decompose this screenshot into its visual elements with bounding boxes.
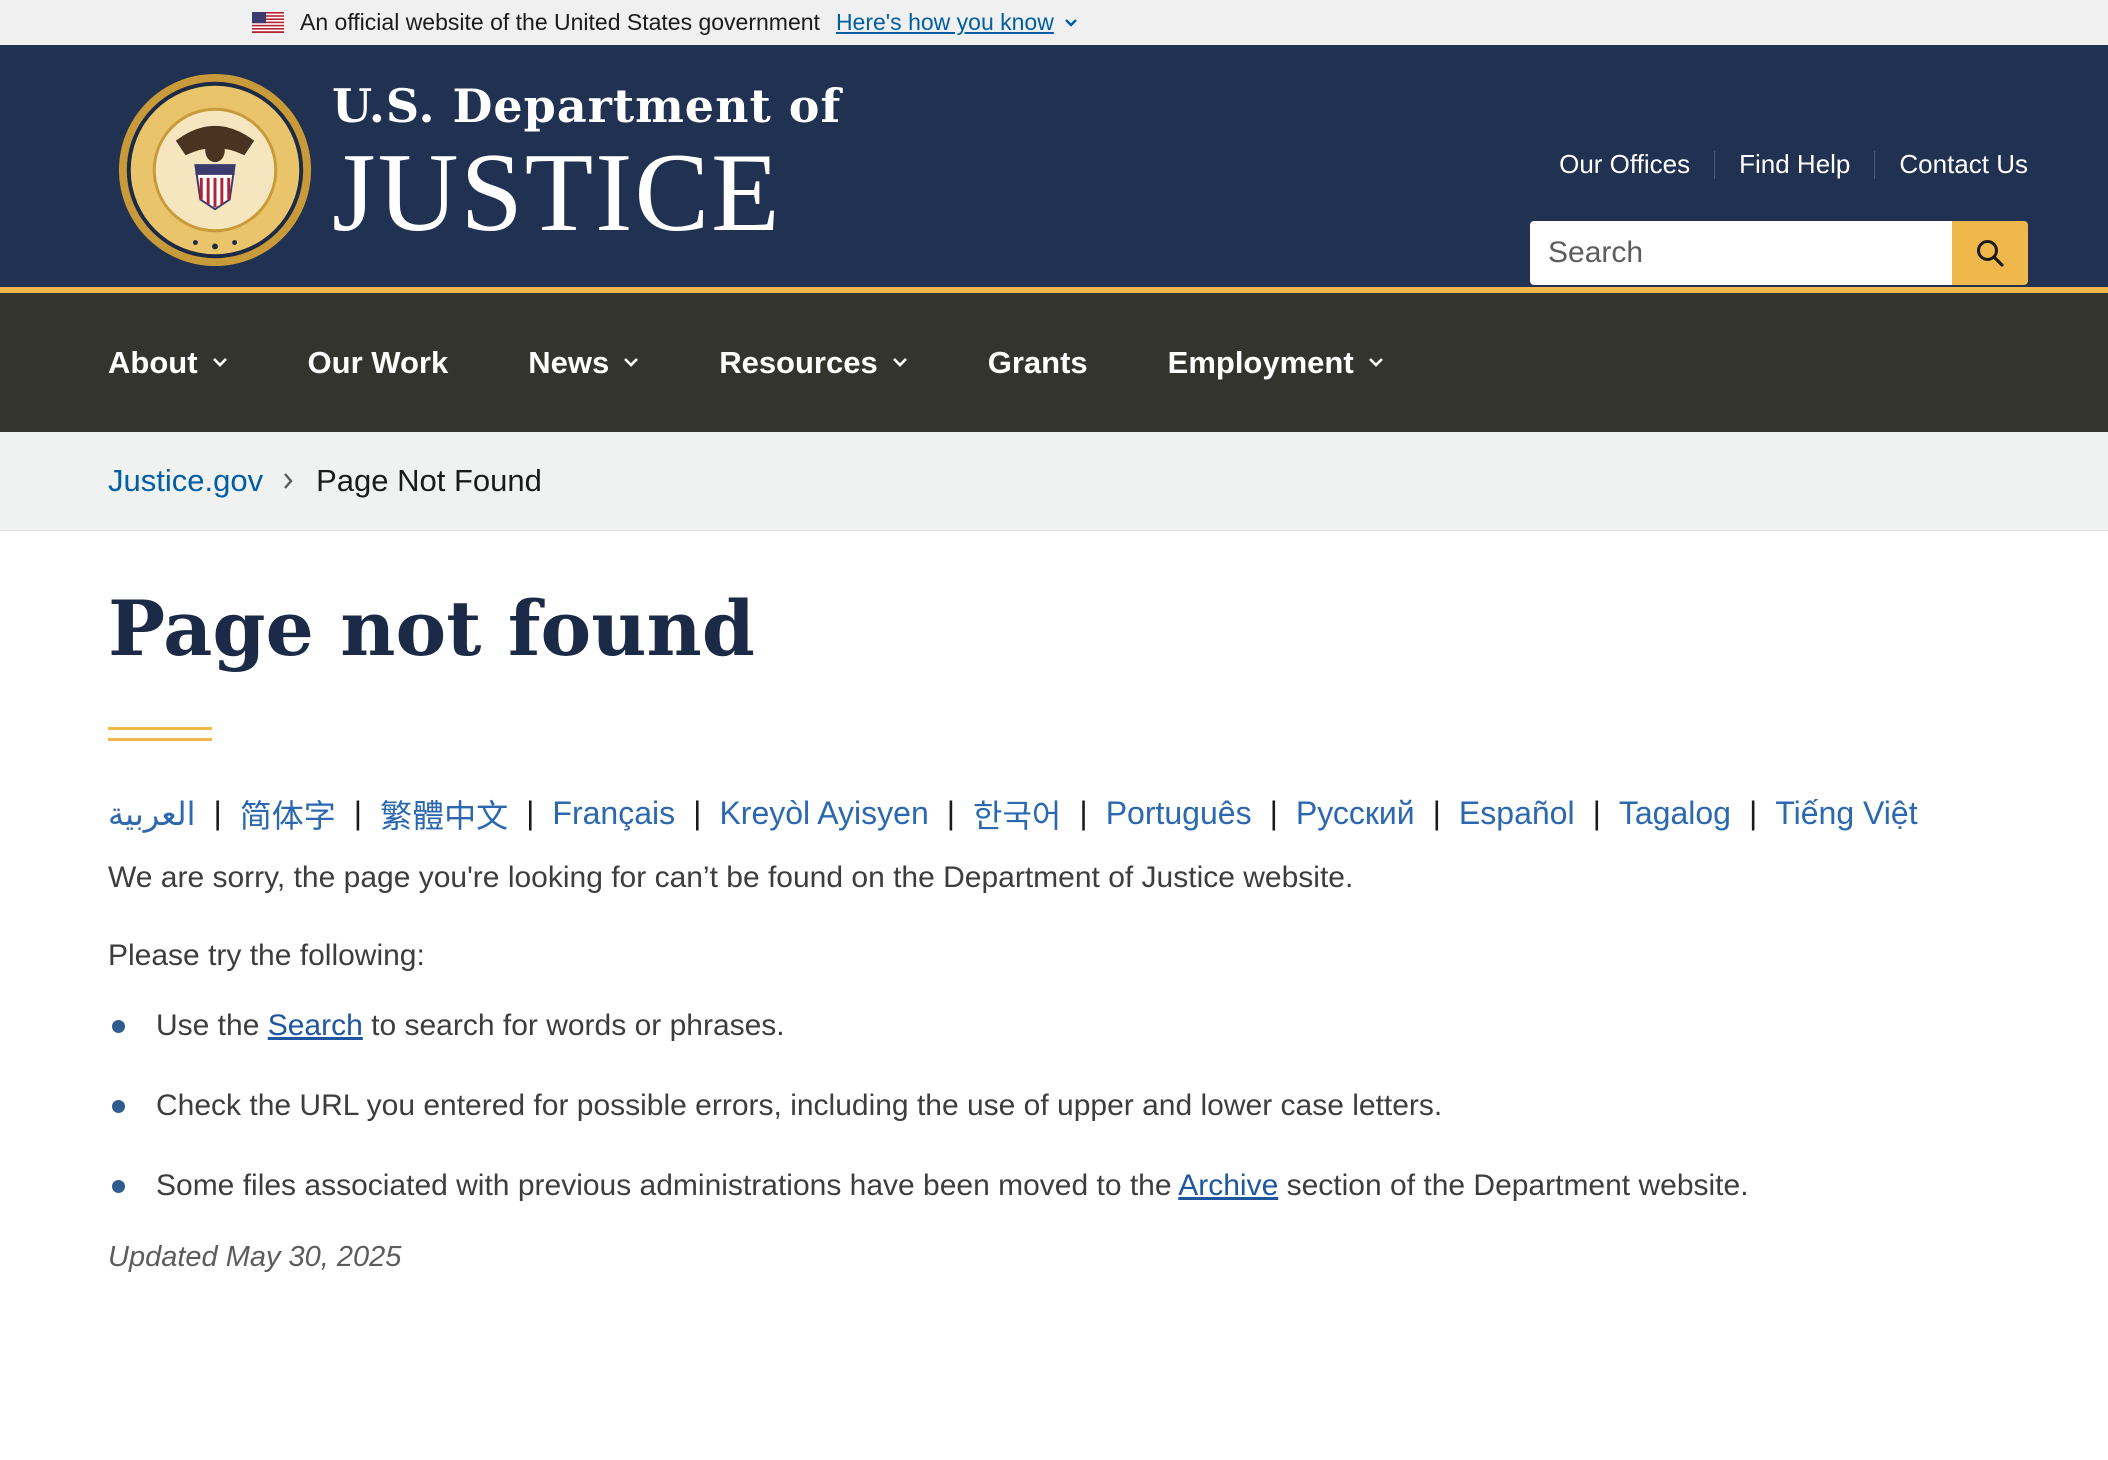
us-flag-icon xyxy=(252,12,284,33)
lang-separator: | xyxy=(213,795,222,832)
list-item: Use the Search to search for words or ph… xyxy=(108,1005,2108,1047)
nav-item-resources[interactable]: Resources xyxy=(719,345,908,381)
heres-how-you-know-label: Here's how you know xyxy=(835,9,1054,35)
bullet-icon xyxy=(112,1099,125,1113)
search-button[interactable] xyxy=(1952,221,2028,285)
tip3-post: section of the Department website. xyxy=(1278,1168,1749,1202)
tip2-text: Check the URL you entered for possible e… xyxy=(156,1088,1443,1122)
lang-link-portuguese[interactable]: Português xyxy=(1106,795,1252,832)
lang-link-spanish[interactable]: Español xyxy=(1459,795,1575,832)
nav-item-label: Grants xyxy=(987,344,1088,380)
lang-link-traditional-chinese[interactable]: 繁體中文 xyxy=(380,791,508,837)
chevron-down-icon xyxy=(892,358,907,367)
language-links: العربية | 简体字 | 繁體中文 | Français | Kreyòl… xyxy=(108,791,2108,837)
tip3-pre: Some files associated with previous admi… xyxy=(156,1168,1179,1202)
nav-item-our-work[interactable]: Our Work xyxy=(308,345,449,381)
nav-item-label: Employment xyxy=(1167,344,1354,380)
heres-how-you-know-link[interactable]: Here's how you know xyxy=(836,9,1078,36)
search-link[interactable]: Search xyxy=(268,1009,363,1042)
nav-item-about[interactable]: About xyxy=(108,345,228,381)
main-content: Page not found العربية | 简体字 | 繁體中文 | Fr… xyxy=(0,531,2108,1274)
lang-separator: | xyxy=(1079,795,1088,832)
lang-link-vietnamese[interactable]: Tiếng Việt xyxy=(1775,795,1917,832)
breadcrumb: Justice.gov Page Not Found xyxy=(0,432,2108,531)
lang-separator: | xyxy=(526,795,535,832)
lang-link-arabic[interactable]: العربية xyxy=(108,795,195,833)
chevron-down-icon xyxy=(624,358,639,367)
lang-link-russian[interactable]: Русский xyxy=(1296,795,1415,832)
tip1-post: to search for words or phrases. xyxy=(362,1008,785,1042)
lang-link-simplified-chinese[interactable]: 简体字 xyxy=(240,791,336,837)
bullet-icon xyxy=(112,1019,125,1033)
bullet-icon xyxy=(112,1179,125,1193)
tips-list: Use the Search to search for words or ph… xyxy=(108,1005,2108,1207)
updated-date: Updated May 30, 2025 xyxy=(108,1240,402,1273)
util-separator xyxy=(1874,150,1876,179)
util-separator xyxy=(1714,150,1716,179)
lang-separator: | xyxy=(946,795,956,832)
nav-item-label: Our Work xyxy=(307,344,449,380)
gov-banner: An official website of the United States… xyxy=(0,0,2108,45)
nav-item-label: About xyxy=(108,344,198,380)
list-item: Check the URL you entered for possible e… xyxy=(108,1085,2108,1127)
search-input[interactable] xyxy=(1530,221,1952,285)
lang-separator: | xyxy=(1432,795,1441,832)
nav-item-news[interactable]: News xyxy=(528,345,639,381)
try-following-text: Please try the following: xyxy=(108,938,425,972)
tip1-pre: Use the xyxy=(156,1008,268,1042)
lang-link-french[interactable]: Français xyxy=(552,795,675,832)
utility-links: Our Offices Find Help Contact Us xyxy=(1559,149,2028,180)
search-icon xyxy=(1977,240,2004,267)
util-link-our-offices[interactable]: Our Offices xyxy=(1559,149,1690,180)
brand-line1: U.S. Department of xyxy=(332,79,842,133)
lang-link-haitian-creole[interactable]: Kreyòl Ayisyen xyxy=(719,795,928,832)
lang-link-korean[interactable]: 한국어 xyxy=(973,791,1061,837)
breadcrumb-current: Page Not Found xyxy=(316,463,542,498)
site-header: U.S. Department of JUSTICE Our Offices F… xyxy=(0,45,2108,293)
lang-separator: | xyxy=(1592,795,1601,832)
breadcrumb-home-link[interactable]: Justice.gov xyxy=(108,463,263,499)
sorry-message: We are sorry, the page you're looking fo… xyxy=(108,860,1354,894)
list-item: Some files associated with previous admi… xyxy=(108,1165,2108,1207)
lang-separator: | xyxy=(1748,795,1758,832)
nav-item-grants[interactable]: Grants xyxy=(988,345,1088,381)
official-site-text: An official website of the United States… xyxy=(300,9,820,35)
util-link-contact-us[interactable]: Contact Us xyxy=(1899,149,2028,180)
main-nav: About Our Work News Resources Grants Emp… xyxy=(0,293,2108,432)
chevron-down-icon xyxy=(1064,18,1077,27)
nav-item-label: Resources xyxy=(719,344,878,380)
lang-link-tagalog[interactable]: Tagalog xyxy=(1619,795,1731,832)
lang-separator: | xyxy=(353,795,363,832)
site-brand[interactable]: U.S. Department of JUSTICE xyxy=(332,83,841,249)
doj-seal-icon[interactable] xyxy=(117,72,313,268)
chevron-down-icon xyxy=(1368,358,1383,367)
lang-separator: | xyxy=(693,795,702,832)
search-form xyxy=(1530,221,2028,285)
nav-item-label: News xyxy=(528,344,610,380)
brand-line2: JUSTICE xyxy=(332,131,782,255)
lang-separator: | xyxy=(1269,795,1278,832)
archive-link[interactable]: Archive xyxy=(1178,1169,1278,1202)
chevron-right-icon xyxy=(283,472,294,490)
chevron-down-icon xyxy=(212,358,227,367)
page-title: Page not found xyxy=(108,584,755,673)
title-underline xyxy=(108,726,212,741)
nav-item-employment[interactable]: Employment xyxy=(1168,345,1384,381)
util-link-find-help[interactable]: Find Help xyxy=(1739,149,1850,180)
